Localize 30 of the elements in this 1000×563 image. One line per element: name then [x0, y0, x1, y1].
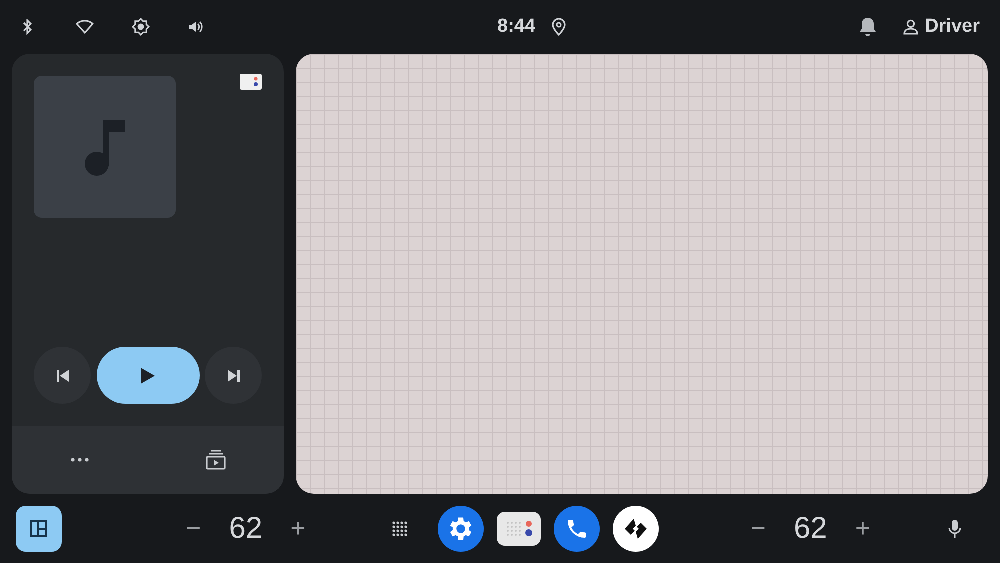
increase-button[interactable]: +: [851, 513, 874, 544]
temperature-value: 62: [794, 512, 828, 546]
volume-icon[interactable]: [188, 20, 204, 34]
layout-button[interactable]: [16, 506, 62, 552]
music-note-icon: [83, 118, 127, 176]
skip-next-icon: [226, 368, 240, 382]
phone-button[interactable]: [554, 506, 600, 552]
app-button[interactable]: [612, 506, 659, 552]
user-name[interactable]: Driver: [925, 16, 980, 38]
skip-previous-icon: [56, 368, 70, 382]
more-options-icon[interactable]: [70, 457, 90, 463]
media-queue-icon[interactable]: [204, 449, 226, 471]
microphone-icon[interactable]: [948, 518, 962, 538]
notification-bell-icon[interactable]: [859, 17, 878, 37]
decrease-button[interactable]: −: [182, 513, 206, 544]
play-icon: [140, 366, 156, 384]
clock-time: 8:44: [498, 16, 536, 38]
layout-icon: [30, 520, 48, 538]
assistant-button[interactable]: [496, 512, 541, 546]
wifi-icon[interactable]: [76, 20, 94, 34]
brightness-icon[interactable]: [132, 18, 150, 36]
assistant-app-icon: [240, 74, 262, 90]
app-grid-icon[interactable]: [392, 520, 408, 536]
person-icon: [903, 19, 920, 35]
location-pin-icon: [552, 18, 566, 36]
play-button[interactable]: [96, 347, 200, 404]
settings-button[interactable]: [438, 506, 484, 552]
temperature-value: 62: [229, 512, 263, 546]
decrease-button[interactable]: −: [746, 513, 770, 544]
increase-button[interactable]: +: [286, 513, 310, 544]
